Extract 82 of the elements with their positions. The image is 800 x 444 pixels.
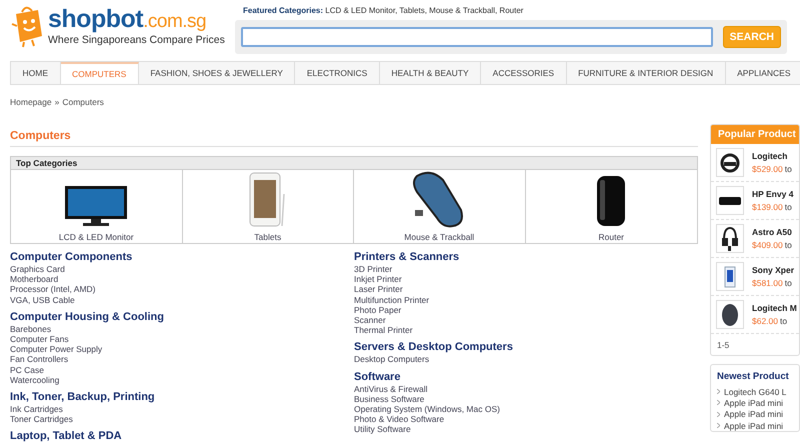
subcategory-link[interactable]: Computer Power Supply <box>10 344 354 354</box>
product-name[interactable]: Logitech M <box>752 303 797 313</box>
featured-categories: Featured Categories: LCD & LED Monitor, Tablets, Mouse & Trackball, Router <box>242 5 524 15</box>
product-name[interactable]: HP Envy 4 <box>752 189 794 199</box>
nav-tab[interactable]: FASHION, SHOES & JEWELLERY <box>138 62 296 84</box>
product-link[interactable]: Logitech G640 L <box>724 386 786 397</box>
subcategory-link[interactable]: Motherboard <box>10 274 354 284</box>
subcategory-link[interactable]: Watercooling <box>10 374 354 386</box>
subcategory-link[interactable]: Multifunction Printer <box>354 294 698 305</box>
category-link[interactable]: Tablets <box>254 232 282 242</box>
category-heading[interactable]: Software <box>354 370 698 384</box>
subcategory-link[interactable]: AntiVirus & Firewall <box>354 384 698 394</box>
mouse-icon <box>720 302 740 326</box>
projector-icon <box>718 194 742 206</box>
subcategory-link[interactable]: Utility Software <box>354 424 698 435</box>
subcategory-link[interactable]: Processor (Intel, AMD) <box>10 284 354 295</box>
subcategory-link[interactable]: Desktop Computers <box>354 354 698 365</box>
bullet-icon <box>717 423 720 428</box>
subcategory-link[interactable]: VGA, USB Cable <box>10 294 354 305</box>
bullet-icon <box>717 389 720 394</box>
product-price: $139.00 <box>752 202 783 212</box>
category-heading[interactable]: Computer Components <box>10 251 354 264</box>
category-link[interactable]: LCD & LED Monitor <box>58 232 134 242</box>
category-heading[interactable]: Printers & Scanners <box>354 251 698 264</box>
subcategory-link[interactable]: Laser Printer <box>354 284 698 295</box>
panel-title: Popular Product <box>711 125 799 144</box>
headset-icon <box>720 226 740 252</box>
product-link[interactable]: Apple iPad mini <box>724 398 784 408</box>
product-price: $581.00 <box>752 278 783 288</box>
product-name[interactable]: Astro A50 <box>752 227 792 237</box>
category-heading[interactable]: Computer Housing & Cooling <box>10 310 354 324</box>
pager-text: 1-5 <box>716 339 730 352</box>
subcategory-link[interactable]: Computer Fans <box>10 334 354 344</box>
phone-icon <box>724 266 736 288</box>
subcategory-link[interactable]: Photo & Video Software <box>354 414 698 424</box>
product-name[interactable]: Sony Xper <box>752 265 794 275</box>
subcategory-link[interactable]: Ink Cartridges <box>10 404 354 414</box>
nav-tab[interactable]: APPLIANCES <box>726 62 800 84</box>
price-range-text: to <box>784 164 792 174</box>
subcategory-link[interactable]: Inkjet Printer <box>354 274 698 284</box>
subcategory-link[interactable]: Toner Cartridges <box>10 414 354 424</box>
nav-tab[interactable]: ELECTRONICS <box>295 62 380 84</box>
subcategory-link[interactable]: Graphics Card <box>10 264 354 274</box>
nav-tab[interactable]: HEALTH & BEAUTY <box>380 62 482 84</box>
category-link[interactable]: Mouse & Trackball <box>404 232 474 242</box>
page-title: Computers <box>10 130 698 147</box>
category-heading[interactable]: Servers & Desktop Computers <box>354 341 698 354</box>
product-link[interactable]: Apple iPad mini <box>724 409 784 420</box>
subcategory-link[interactable]: Photo Paper <box>354 304 698 316</box>
product-price: $62.00 <box>752 316 778 326</box>
panel-title: Top Categories <box>11 157 697 170</box>
bullet-icon <box>717 412 720 417</box>
product-price: $409.00 <box>752 240 783 250</box>
breadcrumb-link[interactable]: Homepage <box>10 97 52 107</box>
price-range-text: to <box>784 240 792 250</box>
logo-tagline: Where Singaporeans Compare Prices <box>48 34 225 46</box>
panel-title: Newest Product <box>717 371 790 382</box>
subcategory-link[interactable]: Fan Controllers <box>10 354 354 365</box>
breadcrumb-link[interactable]: Computers <box>62 97 104 107</box>
subcategory-link[interactable]: Operating System (Windows, Mac OS) <box>354 404 698 414</box>
category-heading[interactable]: Laptop, Tablet & PDA <box>10 430 354 444</box>
subcategory-link[interactable]: Thermal Printer <box>354 325 698 336</box>
subcategory-link[interactable]: Business Software <box>354 394 698 404</box>
price-range-text: to <box>784 202 792 212</box>
nav-tab[interactable]: ACCESSORIES <box>481 62 567 84</box>
search-field[interactable] <box>241 27 713 47</box>
category-link[interactable]: Router <box>598 232 624 242</box>
subcategory-link[interactable]: PC Case <box>10 364 354 375</box>
bullet-icon <box>717 400 720 406</box>
subcategory-link[interactable]: Scanner <box>354 315 698 326</box>
logo-wordmark[interactable]: shopbot.com.sg <box>48 6 225 35</box>
product-name[interactable]: Logitech <box>752 151 792 161</box>
product-price: $529.00 <box>752 164 783 174</box>
price-range-text: to <box>784 278 792 288</box>
subcategory-link[interactable]: Barebones <box>10 324 354 334</box>
nav-tab[interactable]: FURNITURE & INTERIOR DESIGN <box>566 62 726 84</box>
product-link[interactable]: Apple iPad mini <box>724 420 784 431</box>
price-range-text: to <box>780 316 788 326</box>
breadcrumb-separator: » <box>54 97 60 107</box>
category-heading[interactable]: Ink, Toner, Backup, Printing <box>10 391 354 404</box>
subcategory-link[interactable]: 3D Printer <box>354 264 698 274</box>
monitor-icon <box>63 184 130 228</box>
